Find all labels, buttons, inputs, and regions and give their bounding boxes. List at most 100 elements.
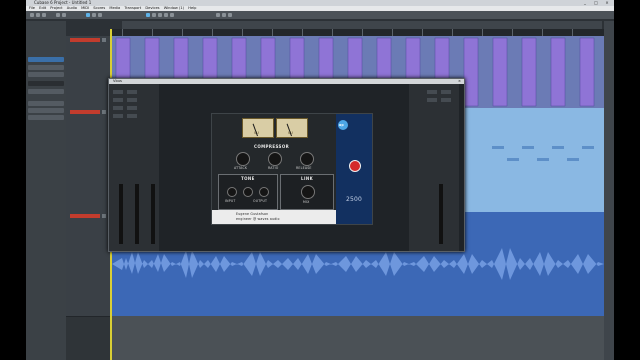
ruler-tick [572, 29, 573, 36]
ruler-tick [422, 29, 423, 36]
insert-slot[interactable] [441, 90, 451, 94]
ruler[interactable] [112, 29, 604, 36]
track-header[interactable] [66, 108, 112, 213]
toolbar [26, 11, 614, 19]
ruler-tick [242, 29, 243, 36]
ruler-tick [452, 29, 453, 36]
channel-strip-left [109, 84, 159, 251]
tool-button[interactable] [56, 13, 60, 17]
tool-button[interactable] [62, 13, 66, 17]
insert-slot[interactable] [127, 90, 137, 94]
ruler-tick [362, 29, 363, 36]
channel-fader[interactable] [135, 184, 139, 244]
ratio-label: RATIO [268, 166, 279, 170]
tool-button[interactable] [216, 13, 220, 17]
power-button[interactable] [349, 160, 361, 172]
tool-button[interactable] [98, 13, 102, 17]
mute-button[interactable] [102, 38, 106, 42]
tone-knob[interactable] [259, 187, 269, 197]
ruler-tick [392, 29, 393, 36]
inspector-row[interactable] [28, 72, 64, 77]
mute-button[interactable] [102, 110, 106, 114]
info-line [122, 21, 602, 29]
channel-fader[interactable] [439, 184, 443, 244]
link-panel: LINK MIX [280, 174, 334, 210]
plugin-footer: Eugene Gustafson engineer @ waves audio [212, 210, 336, 224]
tool-button[interactable] [158, 13, 162, 17]
attack-label: ATTACK [234, 166, 248, 170]
tone-knob[interactable] [227, 187, 237, 197]
insert-slot[interactable] [113, 98, 123, 102]
ratio-knob[interactable] [268, 152, 282, 166]
ruler-tick [212, 29, 213, 36]
inspector-track-name[interactable] [28, 57, 64, 62]
tool-button[interactable] [146, 13, 150, 17]
brand-logo: ap [339, 123, 344, 127]
ruler-tick [152, 29, 153, 36]
plugin-window: Vbus × VU VU COMPRESSOR ATTACK RATIO REL… [108, 78, 465, 252]
tool-button[interactable] [170, 13, 174, 17]
insert-slot[interactable] [127, 114, 137, 118]
footer-subtitle: engineer @ waves audio [236, 217, 280, 221]
track-list [66, 36, 112, 360]
compressor-label: COMPRESSOR [254, 144, 290, 149]
track-header[interactable] [66, 212, 112, 317]
vertical-scrollbar[interactable] [604, 21, 614, 360]
letterbox-left [0, 0, 26, 360]
brand-badge: ap [338, 120, 348, 130]
tool-button[interactable] [164, 13, 168, 17]
release-knob[interactable] [300, 152, 314, 166]
output-label: OUTPUT [253, 199, 268, 203]
insert-slot[interactable] [427, 98, 437, 102]
track-name[interactable] [70, 38, 100, 42]
inspector-row[interactable] [28, 65, 64, 70]
track-header[interactable] [66, 36, 112, 109]
inspector-row[interactable] [28, 81, 64, 86]
model-number: 2500 [346, 196, 363, 203]
tool-button[interactable] [30, 13, 34, 17]
mix-label: MIX [303, 200, 310, 204]
release-label: RELEASE [296, 166, 312, 170]
insert-slot[interactable] [113, 90, 123, 94]
inspector-row[interactable] [28, 115, 64, 120]
insert-slot[interactable] [127, 106, 137, 110]
attack-knob[interactable] [236, 152, 250, 166]
compressor-plugin: VU VU COMPRESSOR ATTACK RATIO RELEASE TO… [211, 113, 373, 225]
maximize-button[interactable]: □ [591, 1, 601, 5]
inspector-row[interactable] [28, 101, 64, 106]
daw-window: Cubase 6 Project - Untitled 1 _ □ × File… [26, 0, 614, 360]
vu-label: VU [288, 131, 293, 135]
tool-button[interactable] [86, 13, 90, 17]
input-label: INPUT [225, 199, 236, 203]
insert-slot[interactable] [427, 90, 437, 94]
inspector-row[interactable] [28, 89, 64, 94]
empty-track-area[interactable] [112, 316, 604, 360]
insert-slot[interactable] [113, 114, 123, 118]
ruler-tick [182, 29, 183, 36]
track-name[interactable] [70, 110, 100, 114]
ruler-tick [512, 29, 513, 36]
tool-button[interactable] [42, 13, 46, 17]
tone-knob[interactable] [243, 187, 253, 197]
minimize-button[interactable]: _ [580, 1, 590, 5]
insert-slot[interactable] [441, 98, 451, 102]
tool-button[interactable] [228, 13, 232, 17]
insert-slot[interactable] [127, 98, 137, 102]
link-label: LINK [301, 176, 314, 181]
inspector-row[interactable] [28, 108, 64, 113]
tool-button[interactable] [222, 13, 226, 17]
vu-meter-left: VU [242, 118, 274, 138]
tool-button[interactable] [36, 13, 40, 17]
tool-button[interactable] [92, 13, 96, 17]
channel-fader[interactable] [119, 184, 123, 244]
compressor-faceplate: VU VU COMPRESSOR ATTACK RATIO RELEASE TO… [212, 114, 336, 224]
close-window-button[interactable]: × [602, 1, 612, 5]
mute-button[interactable] [102, 214, 106, 218]
channel-fader[interactable] [151, 184, 155, 244]
ruler-tick [542, 29, 543, 36]
mix-knob[interactable] [301, 185, 315, 199]
tool-button[interactable] [152, 13, 156, 17]
insert-slot[interactable] [113, 106, 123, 110]
track-name[interactable] [70, 214, 100, 218]
letterbox-right [614, 0, 640, 360]
